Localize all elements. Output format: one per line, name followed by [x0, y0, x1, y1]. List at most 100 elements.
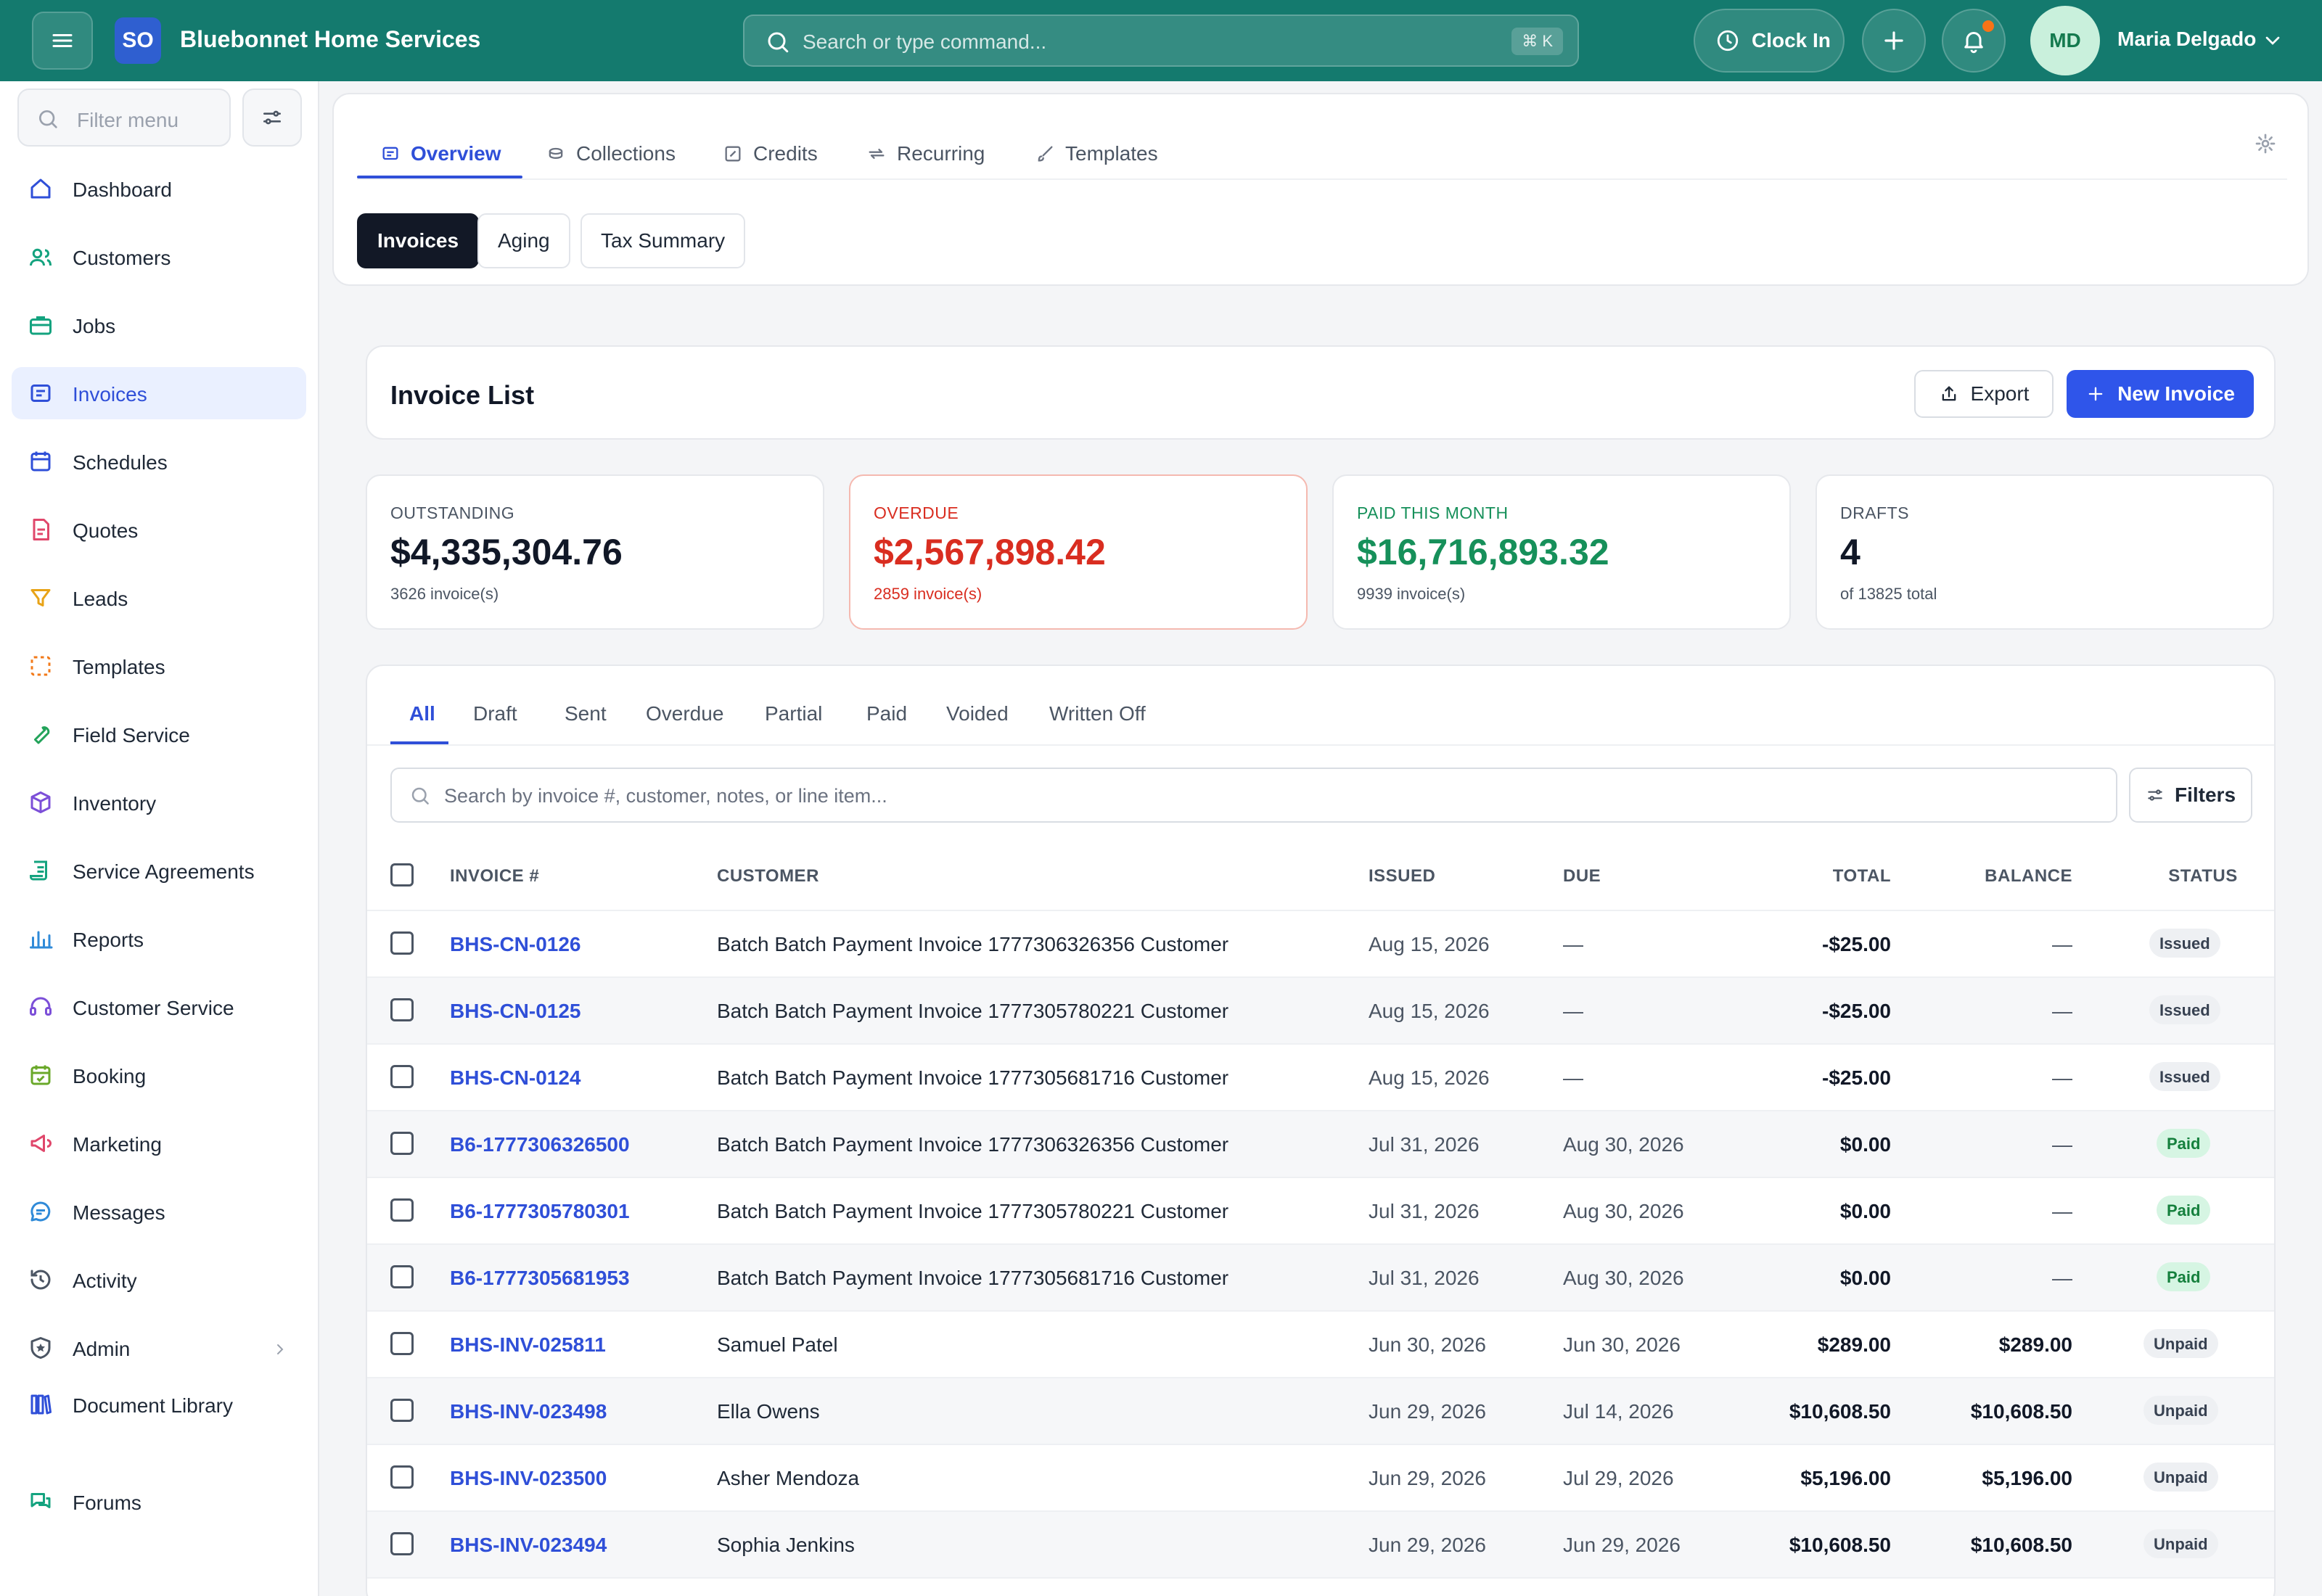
invoice-number-link[interactable]: B6-1777305780301 [450, 1200, 630, 1223]
sidebar-item-activity[interactable]: Activity [12, 1254, 306, 1306]
sidebar-item-admin[interactable]: Admin [12, 1322, 306, 1374]
stat-card-overdue[interactable]: OVERDUE $2,567,898.42 2859 invoice(s) [849, 474, 1308, 630]
sidebar-settings-button[interactable] [242, 89, 302, 147]
sidebar-item-customer-service[interactable]: Customer Service [12, 981, 306, 1033]
status-tab-voided[interactable]: Voided [946, 702, 1009, 725]
status-tab-draft[interactable]: Draft [473, 702, 517, 725]
table-row[interactable]: BHS-INV-023494 Sophia Jenkins Jun 29, 2026… [367, 1512, 2274, 1579]
invoice-search-input[interactable]: Search by invoice #, customer, notes, or… [390, 768, 2117, 823]
sidebar-item-jobs[interactable]: Jobs [12, 299, 306, 351]
invoice-number-link[interactable]: BHS-CN-0126 [450, 933, 581, 956]
sidebar-item-field-service[interactable]: Field Service [12, 708, 306, 760]
sidebar-item-inventory[interactable]: Inventory [12, 776, 306, 828]
filters-button[interactable]: Filters [2129, 768, 2252, 823]
sidebar-item-marketing[interactable]: Marketing [12, 1117, 306, 1169]
column-header-invoice[interactable]: INVOICE # [450, 866, 539, 887]
tab-recurring[interactable]: Recurring [866, 132, 985, 176]
sidebar-item-dashboard[interactable]: Dashboard [12, 163, 306, 215]
column-header-status[interactable]: STATUS [2152, 866, 2254, 887]
table-row[interactable]: B6-1777305780301 Batch Batch Payment Invo… [367, 1178, 2274, 1245]
invoice-number-link[interactable]: BHS-INV-025811 [450, 1333, 606, 1357]
sidebar-item-forums[interactable]: Forums [12, 1476, 306, 1528]
sidebar-item-quotes[interactable]: Quotes [12, 503, 306, 556]
table-row[interactable]: B6-1777306326500 Batch Batch Payment Invo… [367, 1111, 2274, 1178]
invoice-number-link[interactable]: B6-1777305681953 [450, 1267, 630, 1290]
invoice-number-link[interactable]: BHS-INV-023498 [450, 1400, 607, 1423]
table-row[interactable]: B6-1777305681953 Batch Batch Payment Invo… [367, 1245, 2274, 1312]
select-all-checkbox[interactable] [390, 863, 414, 887]
row-checkbox[interactable] [390, 931, 414, 955]
status-tab-partial[interactable]: Partial [765, 702, 822, 725]
total-amount: $0.00 [1839, 1133, 1891, 1156]
notifications-button[interactable] [1942, 9, 2006, 73]
invoice-number-link[interactable]: BHS-CN-0125 [450, 1000, 581, 1023]
stat-card-drafts[interactable]: DRAFTS 4 of 13825 total [1816, 474, 2274, 630]
brand-name[interactable]: Bluebonnet Home Services [180, 26, 480, 53]
stat-card-outstanding[interactable]: OUTSTANDING $4,335,304.76 3626 invoice(s… [366, 474, 824, 630]
invoice-number-link[interactable]: BHS-CN-0124 [450, 1066, 581, 1090]
table-row[interactable]: BHS-CN-0125 Batch Batch Payment Invoice 1… [367, 978, 2274, 1045]
subtab-aging[interactable]: Aging [477, 213, 570, 268]
column-header-total[interactable]: TOTAL [1746, 866, 1891, 887]
column-header-balance[interactable]: BALANCE [1927, 866, 2072, 887]
invoice-number-link[interactable]: BHS-INV-023500 [450, 1467, 607, 1490]
menu-toggle-button[interactable] [32, 12, 93, 70]
chevron-down-icon[interactable] [2261, 29, 2284, 52]
sidebar-item-messages[interactable]: Messages [12, 1185, 306, 1238]
add-button[interactable] [1862, 9, 1926, 73]
tab-overview[interactable]: Overview [380, 132, 501, 176]
status-tab-sent[interactable]: Sent [565, 702, 607, 725]
sidebar-item-booking[interactable]: Booking [12, 1049, 306, 1101]
clock-in-button[interactable]: Clock In [1694, 9, 1845, 73]
tab-collections[interactable]: Collections [546, 132, 676, 176]
tab-credits[interactable]: Credits [723, 132, 818, 176]
subtab-invoices[interactable]: Invoices [357, 213, 480, 268]
status-badge: Issued [2149, 1062, 2220, 1091]
sidebar-item-customers[interactable]: Customers [12, 231, 306, 283]
tab-templates[interactable]: Templates [1035, 132, 1158, 176]
row-checkbox[interactable] [390, 1065, 414, 1088]
row-checkbox[interactable] [390, 1198, 414, 1222]
chevron-right-icon[interactable] [271, 1341, 289, 1358]
status-tab-paid[interactable]: Paid [866, 702, 907, 725]
status-tab-written-off[interactable]: Written Off [1049, 702, 1146, 725]
sidebar-item-schedules[interactable]: Schedules [12, 435, 306, 488]
status-tab-overdue[interactable]: Overdue [646, 702, 723, 725]
stat-card-paid-this-month[interactable]: PAID THIS MONTH $16,716,893.32 9939 invo… [1332, 474, 1791, 630]
export-button[interactable]: Export [1914, 370, 2054, 418]
row-checkbox[interactable] [390, 998, 414, 1021]
gear-icon[interactable] [2254, 132, 2277, 155]
avatar[interactable]: MD [2030, 6, 2100, 75]
sidebar-item-leads[interactable]: Leads [12, 572, 306, 624]
column-header-issued[interactable]: ISSUED [1369, 866, 1435, 887]
sidebar-item-reports[interactable]: Reports [12, 913, 306, 965]
row-checkbox[interactable] [390, 1332, 414, 1355]
table-row[interactable]: BHS-INV-025811 Samuel Patel Jun 30, 2026 Ju… [367, 1312, 2274, 1378]
table-row[interactable]: BHS-CN-0124 Batch Batch Payment Invoice 1… [367, 1045, 2274, 1111]
new-invoice-button[interactable]: New Invoice [2067, 370, 2254, 418]
user-name[interactable]: Maria Delgado [2117, 28, 2256, 51]
subtab-tax-summary[interactable]: Tax Summary [580, 213, 746, 268]
issued-date: Jul 31, 2026 [1369, 1267, 1480, 1289]
row-checkbox[interactable] [390, 1265, 414, 1288]
sidebar-item-invoices[interactable]: Invoices [12, 367, 306, 419]
sidebar-item-document-library[interactable]: Document Library [12, 1378, 306, 1431]
customer-name: Ella Owens [717, 1400, 820, 1423]
row-checkbox[interactable] [390, 1132, 414, 1155]
table-row[interactable]: BHS-CN-0126 Batch Batch Payment Invoice 1… [367, 911, 2274, 978]
invoice-number-link[interactable]: B6-1777306326500 [450, 1133, 630, 1156]
status-tab-all[interactable]: All [409, 702, 435, 725]
row-checkbox[interactable] [390, 1532, 414, 1555]
row-checkbox[interactable] [390, 1399, 414, 1422]
sidebar-item-templates[interactable]: Templates [12, 640, 306, 692]
column-header-due[interactable]: DUE [1563, 866, 1601, 887]
column-header-customer[interactable]: CUSTOMER [717, 866, 819, 887]
filter-menu-input[interactable]: Filter menu [17, 89, 231, 147]
app-logo[interactable]: SO [115, 17, 161, 64]
invoice-number-link[interactable]: BHS-INV-023494 [450, 1534, 607, 1557]
row-checkbox[interactable] [390, 1465, 414, 1489]
sidebar-item-service-agreements[interactable]: Service Agreements [12, 844, 306, 897]
table-row[interactable]: BHS-INV-023498 Ella Owens Jun 29, 2026 Jul … [367, 1378, 2274, 1445]
command-search-input[interactable]: Search or type command... ⌘ K [743, 15, 1579, 67]
table-row[interactable]: BHS-INV-023500 Asher Mendoza Jun 29, 2026 J… [367, 1445, 2274, 1512]
